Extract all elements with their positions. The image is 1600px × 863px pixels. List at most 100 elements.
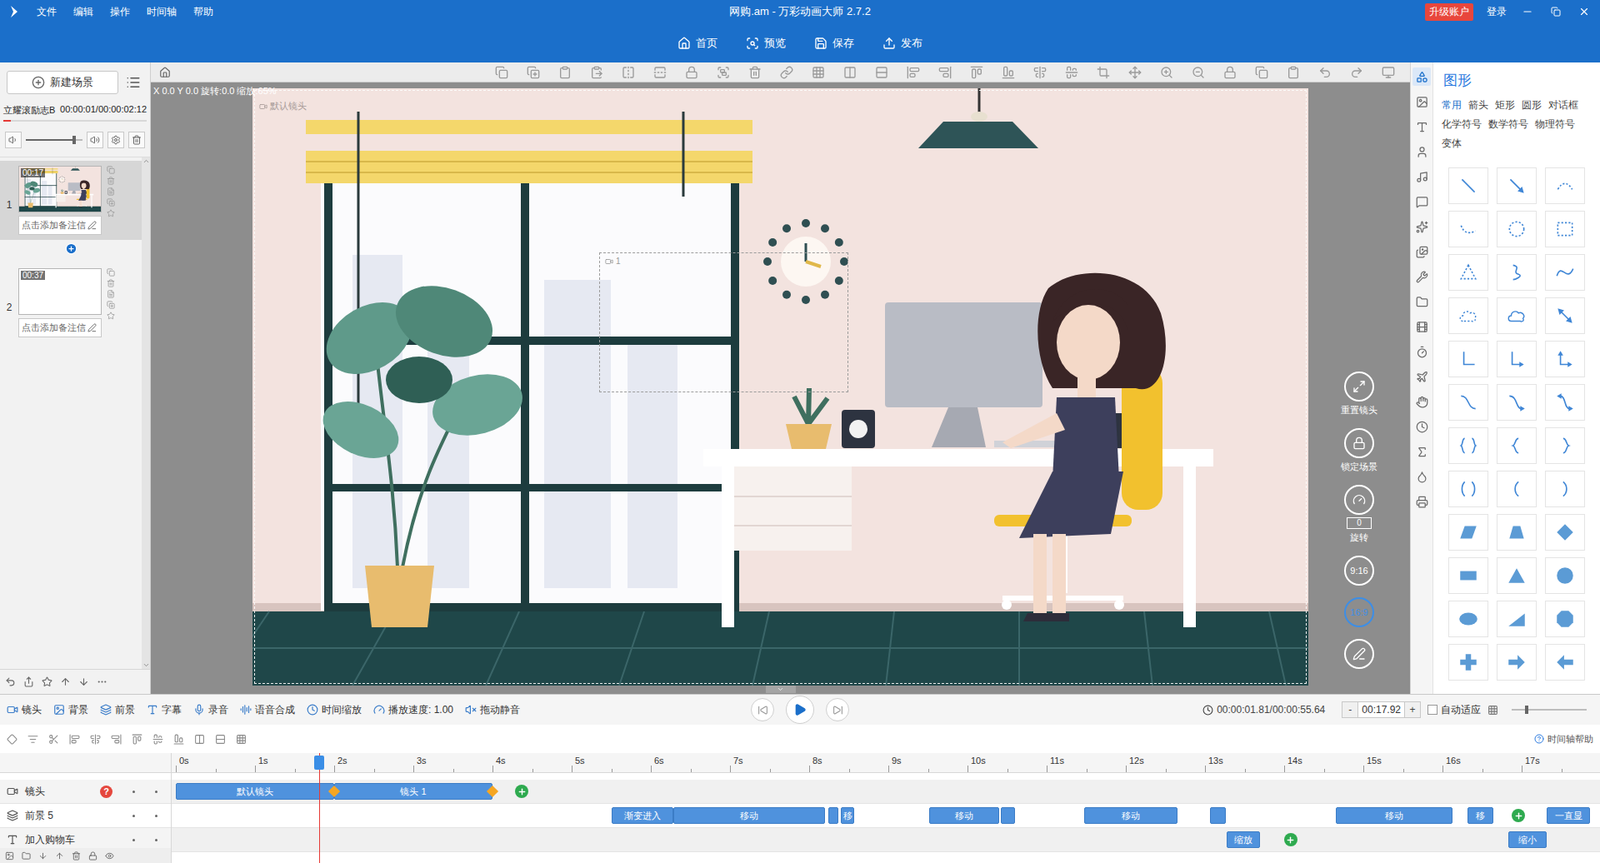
- timeline-clip[interactable]: 默认镜头: [175, 783, 335, 800]
- timeline-zoom-slider[interactable]: [1511, 709, 1587, 711]
- canvas-tool-icon[interactable]: [1191, 65, 1205, 80]
- new-scene-button[interactable]: 新建场景: [6, 70, 119, 95]
- shape-cell[interactable]: [1545, 427, 1585, 465]
- timeline-tool[interactable]: 播放速度: 1.00: [373, 703, 454, 718]
- rail-button[interactable]: [1412, 242, 1431, 261]
- track-label[interactable]: 镜头?: [0, 780, 171, 805]
- timeline-help-link[interactable]: 时间轴帮助: [1534, 733, 1594, 746]
- rail-button[interactable]: [1412, 342, 1431, 361]
- image-icon[interactable]: [5, 851, 15, 861]
- timeline-clip[interactable]: 缩小: [1508, 831, 1548, 849]
- zoom-plus-button[interactable]: +: [1405, 702, 1420, 718]
- add-scene-icon[interactable]: [65, 242, 78, 255]
- move-down-icon[interactable]: [78, 676, 90, 688]
- canvas-tool-icon[interactable]: [590, 65, 604, 80]
- shape-cell[interactable]: [1448, 470, 1489, 508]
- volume-up-button[interactable]: [86, 131, 104, 149]
- copy-icon[interactable]: [106, 165, 115, 175]
- rail-button[interactable]: [1412, 442, 1431, 461]
- shape-tab[interactable]: 数学符号: [1488, 117, 1529, 132]
- music-delete-button[interactable]: [128, 131, 145, 149]
- auto-fit-option[interactable]: 自动适应: [1427, 703, 1481, 718]
- volume-down-button[interactable]: [5, 131, 22, 149]
- shape-tab[interactable]: 变体: [1441, 136, 1462, 151]
- zoom-minus-button[interactable]: -: [1342, 702, 1358, 718]
- scene-note[interactable]: 点击添加备注信: [18, 215, 102, 235]
- shape-cell[interactable]: [1496, 514, 1537, 551]
- menu-item[interactable]: 编辑: [73, 5, 94, 20]
- lock-dot[interactable]: [155, 815, 158, 818]
- shape-tab[interactable]: 物理符号: [1535, 117, 1575, 132]
- shape-cell[interactable]: [1496, 644, 1537, 681]
- shape-cell[interactable]: [1448, 297, 1489, 335]
- align-icon[interactable]: [90, 734, 101, 745]
- minimize-button[interactable]: [1520, 4, 1535, 20]
- rail-button[interactable]: [1412, 117, 1431, 136]
- shape-tab[interactable]: 圆形: [1521, 98, 1542, 113]
- timeline-clip[interactable]: 移动: [673, 807, 825, 825]
- visibility-dot[interactable]: [132, 790, 135, 794]
- canvas-tool-icon[interactable]: [780, 65, 794, 80]
- timeline-clip[interactable]: 移: [840, 807, 855, 825]
- shape-cell[interactable]: [1545, 167, 1585, 205]
- scene-card[interactable]: 100:17点击添加备注信: [0, 160, 142, 240]
- shape-cell[interactable]: [1496, 210, 1537, 248]
- timeline-clip[interactable]: 移动: [1335, 807, 1454, 825]
- canvas-tool-icon[interactable]: [875, 65, 889, 80]
- restore-button[interactable]: [1548, 4, 1564, 20]
- align-icon[interactable]: [152, 734, 164, 745]
- export-icon[interactable]: [23, 676, 35, 688]
- shape-cell[interactable]: [1448, 254, 1489, 291]
- timeline-clip[interactable]: 移动: [929, 807, 1000, 825]
- scene-scrollbar[interactable]: [141, 157, 150, 670]
- rotation-value[interactable]: 0: [1346, 517, 1372, 530]
- canvas[interactable]: 默认镜头1: [252, 88, 1309, 686]
- playhead-handle[interactable]: [314, 755, 325, 770]
- save-button[interactable]: 保存: [807, 32, 861, 55]
- shape-cell[interactable]: [1545, 470, 1585, 508]
- timeline-tool[interactable]: 语音合成: [240, 703, 295, 718]
- shape-cell[interactable]: [1545, 514, 1585, 551]
- canvas-tool-icon[interactable]: [1286, 65, 1300, 80]
- align-icon[interactable]: [173, 734, 185, 745]
- rail-button[interactable]: [1412, 367, 1431, 386]
- timeline-clip[interactable]: 缩放: [1226, 831, 1261, 849]
- zoom-slider-knob[interactable]: [1525, 705, 1529, 715]
- lock-dot[interactable]: [155, 839, 158, 842]
- canvas-tool-icon[interactable]: [1001, 65, 1015, 80]
- scene-list-button[interactable]: [123, 72, 144, 93]
- menu-item[interactable]: 操作: [110, 5, 130, 20]
- shape-cell[interactable]: [1496, 427, 1537, 465]
- canvas-tool-icon[interactable]: [558, 65, 572, 80]
- rail-button[interactable]: [1412, 317, 1431, 336]
- upgrade-button[interactable]: 升级账户: [1425, 3, 1474, 21]
- shape-cell[interactable]: [1496, 600, 1537, 638]
- time-ruler[interactable]: 0s1s2s3s4s5s6s7s8s9s10s11s12s13s14s15s16…: [171, 753, 1600, 774]
- canvas-tool-icon[interactable]: [938, 65, 952, 80]
- align-icon[interactable]: [215, 734, 226, 745]
- shape-cell[interactable]: [1448, 210, 1489, 248]
- draw-button[interactable]: [1344, 639, 1375, 670]
- visibility-dot[interactable]: [132, 815, 135, 818]
- folder-icon[interactable]: [21, 851, 31, 861]
- login-button[interactable]: 登录: [1486, 5, 1507, 20]
- align-icon[interactable]: [235, 734, 247, 745]
- volume-slider[interactable]: [25, 139, 83, 141]
- align-icon[interactable]: [110, 734, 122, 745]
- canvas-tool-icon[interactable]: [748, 65, 762, 80]
- canvas-tool-icon[interactable]: [1065, 65, 1079, 80]
- align-icon[interactable]: [48, 734, 60, 745]
- previous-button[interactable]: [750, 698, 775, 722]
- volume-knob[interactable]: [72, 135, 76, 145]
- file-icon[interactable]: [106, 290, 115, 299]
- home-button[interactable]: 首页: [670, 32, 725, 55]
- shape-cell[interactable]: [1448, 644, 1489, 681]
- align-icon[interactable]: [194, 734, 205, 745]
- menu-item[interactable]: 帮助: [193, 5, 214, 20]
- eye-icon[interactable]: [105, 851, 115, 861]
- shape-cell[interactable]: [1545, 644, 1585, 681]
- close-button[interactable]: [1576, 4, 1592, 20]
- shape-cell[interactable]: [1448, 340, 1489, 378]
- shape-cell[interactable]: [1448, 167, 1489, 205]
- shape-tab[interactable]: 对话框: [1548, 98, 1579, 113]
